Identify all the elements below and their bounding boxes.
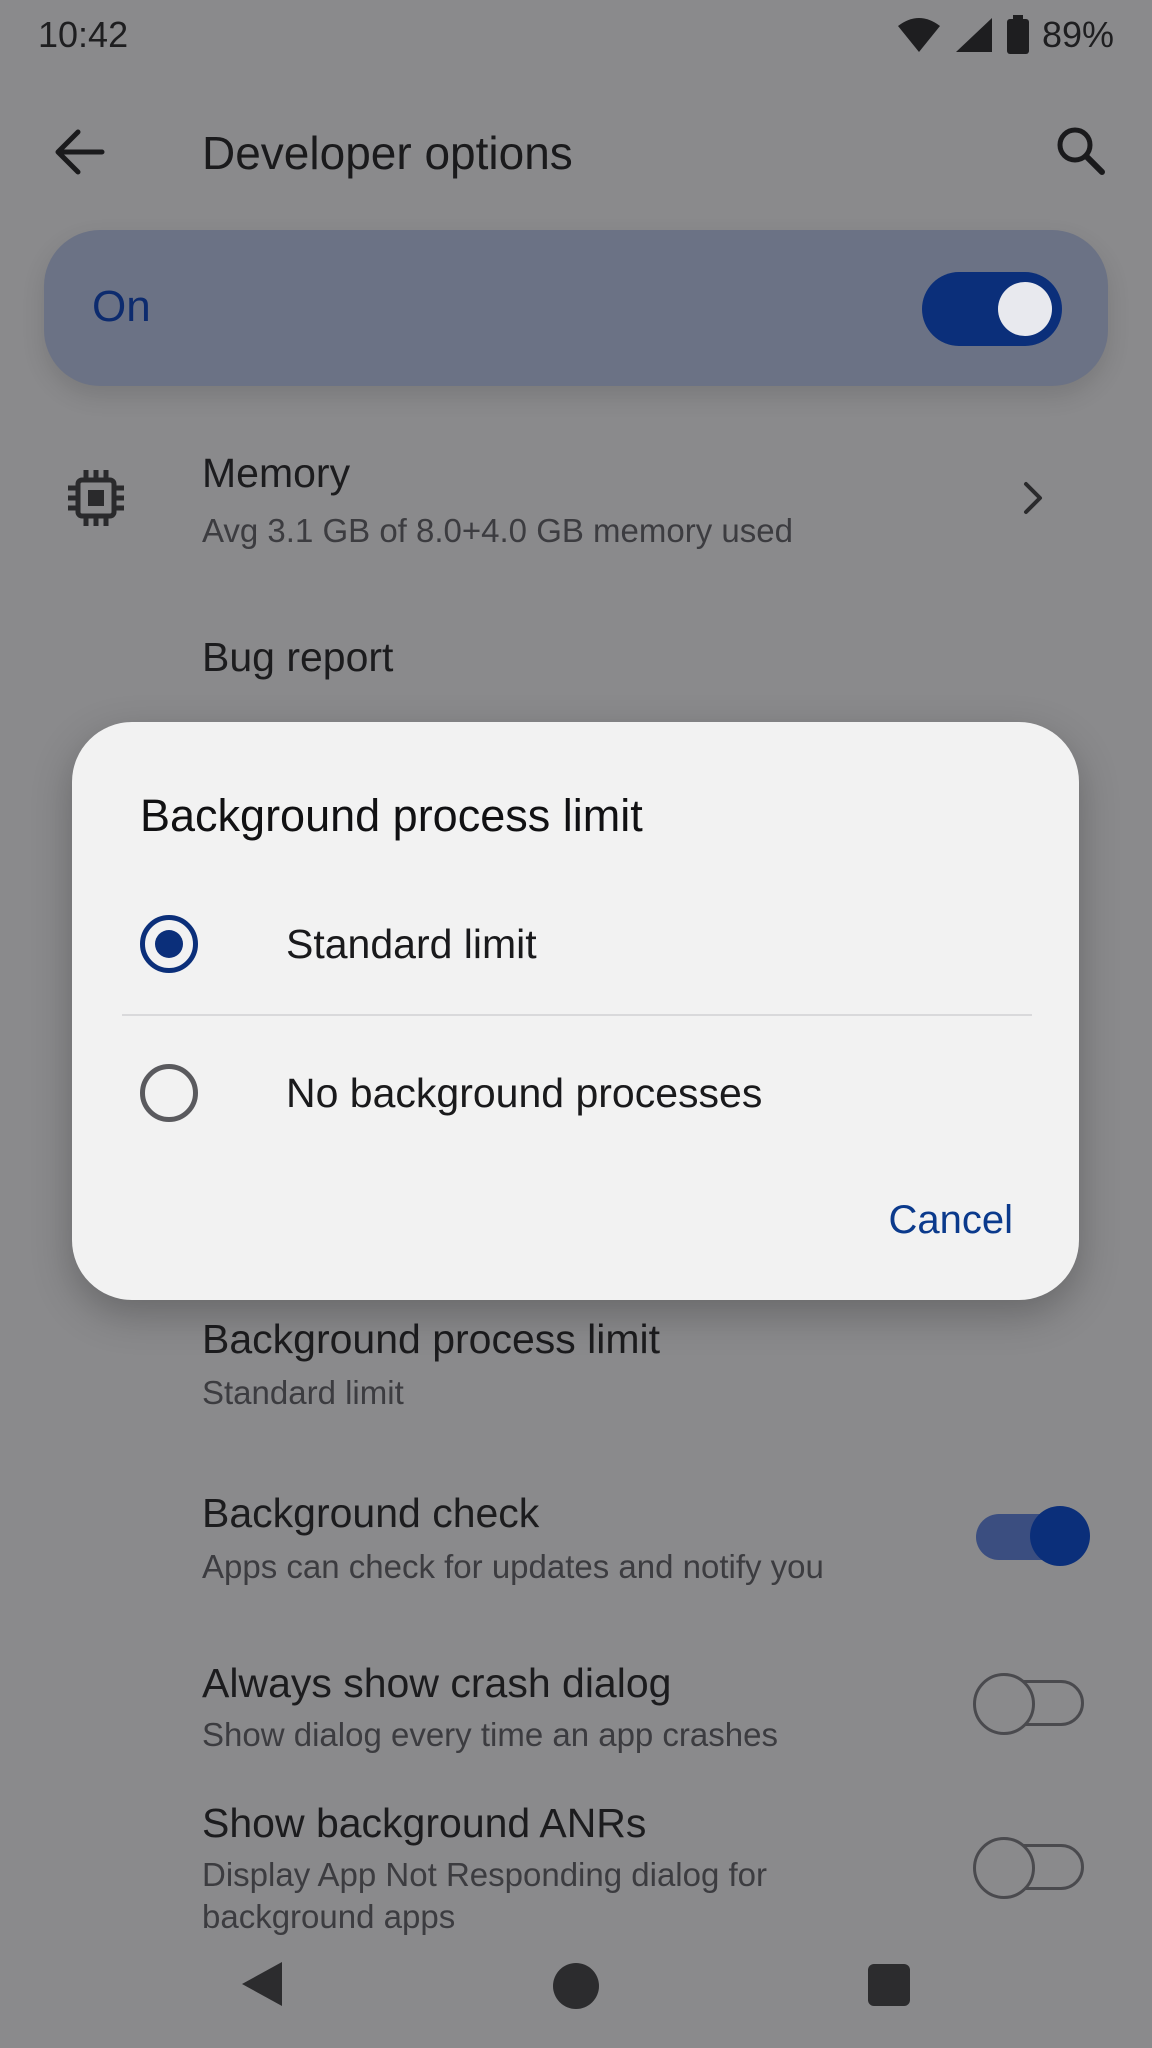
background-anrs-switch[interactable] <box>973 1837 1084 1899</box>
battery-percent: 89% <box>1041 14 1114 55</box>
wifi-icon <box>897 18 940 52</box>
setting-always-show-crash-dialog[interactable]: Always show crash dialog Show dialog eve… <box>0 1656 1152 1776</box>
dialog-title: Background process limit <box>140 790 643 841</box>
setting-title: Bug report <box>202 634 394 680</box>
back-button[interactable] <box>40 112 120 192</box>
switch-thumb <box>973 1673 1035 1735</box>
setting-bug-report[interactable]: Bug report <box>0 620 1152 710</box>
status-icons: 89% <box>896 12 1114 58</box>
setting-memory[interactable]: Memory Avg 3.1 GB of 8.0+4.0 GB memory u… <box>0 440 1152 570</box>
setting-title: Background check <box>202 1490 540 1536</box>
battery-icon <box>1006 15 1029 54</box>
developer-options-master-toggle[interactable]: On <box>44 230 1108 386</box>
crash-dialog-switch[interactable] <box>973 1673 1084 1735</box>
switch-thumb <box>1030 1506 1090 1566</box>
status-time: 10:42 <box>38 14 129 55</box>
screen: 10:42 89% Developer options On Memory Av… <box>0 0 1152 2048</box>
back-arrow-icon <box>55 129 105 175</box>
background-process-limit-dialog: Background process limit Standard limit … <box>72 722 1079 1300</box>
search-icon <box>1057 127 1105 175</box>
nav-home-icon[interactable] <box>552 1962 600 2010</box>
dialog-divider <box>122 1014 1032 1016</box>
switch-thumb <box>973 1837 1035 1899</box>
setting-background-check[interactable]: Background check Apps can check for upda… <box>0 1482 1152 1602</box>
app-bar: Developer options <box>0 90 1152 210</box>
memory-chip-icon <box>68 470 124 526</box>
master-toggle-label: On <box>92 282 151 331</box>
setting-subtitle: Apps can check for updates and notify yo… <box>202 1548 824 1585</box>
master-switch[interactable] <box>922 272 1062 346</box>
status-bar: 10:42 89% <box>0 0 1152 72</box>
setting-subtitle: Standard limit <box>202 1374 404 1411</box>
setting-title: Show background ANRs <box>202 1800 647 1846</box>
page-title: Developer options <box>202 127 573 179</box>
search-button[interactable] <box>1040 110 1120 190</box>
radio-unselected-icon[interactable] <box>140 1064 198 1122</box>
setting-title: Background process limit <box>202 1316 661 1362</box>
setting-subtitle: Display App Not Responding dialog for <box>202 1856 768 1893</box>
option-label: No background processes <box>286 1070 763 1116</box>
setting-subtitle: Avg 3.1 GB of 8.0+4.0 GB memory used <box>202 512 793 549</box>
chevron-right-icon <box>1024 482 1042 514</box>
switch-thumb <box>998 282 1052 336</box>
setting-title: Memory <box>202 450 351 496</box>
signal-icon <box>955 18 992 52</box>
nav-recents-icon[interactable] <box>868 1964 910 2006</box>
option-label: Standard limit <box>286 921 537 967</box>
setting-title: Always show crash dialog <box>202 1660 672 1706</box>
setting-background-process-limit[interactable]: Background process limit Standard limit <box>0 1308 1152 1428</box>
radio-selected-icon[interactable] <box>140 915 198 973</box>
option-standard-limit[interactable]: Standard limit <box>72 879 1079 1009</box>
background-check-switch[interactable] <box>976 1506 1090 1566</box>
setting-subtitle: Show dialog every time an app crashes <box>202 1716 778 1753</box>
nav-back-icon[interactable] <box>240 1960 284 2008</box>
setting-show-background-anrs[interactable]: Show background ANRs Display App Not Res… <box>0 1798 1152 1938</box>
cancel-button[interactable]: Cancel <box>880 1192 1021 1249</box>
setting-subtitle-line2: background apps <box>202 1898 456 1935</box>
option-no-background-processes[interactable]: No background processes <box>72 1028 1079 1158</box>
navigation-bar <box>0 1940 1152 2040</box>
